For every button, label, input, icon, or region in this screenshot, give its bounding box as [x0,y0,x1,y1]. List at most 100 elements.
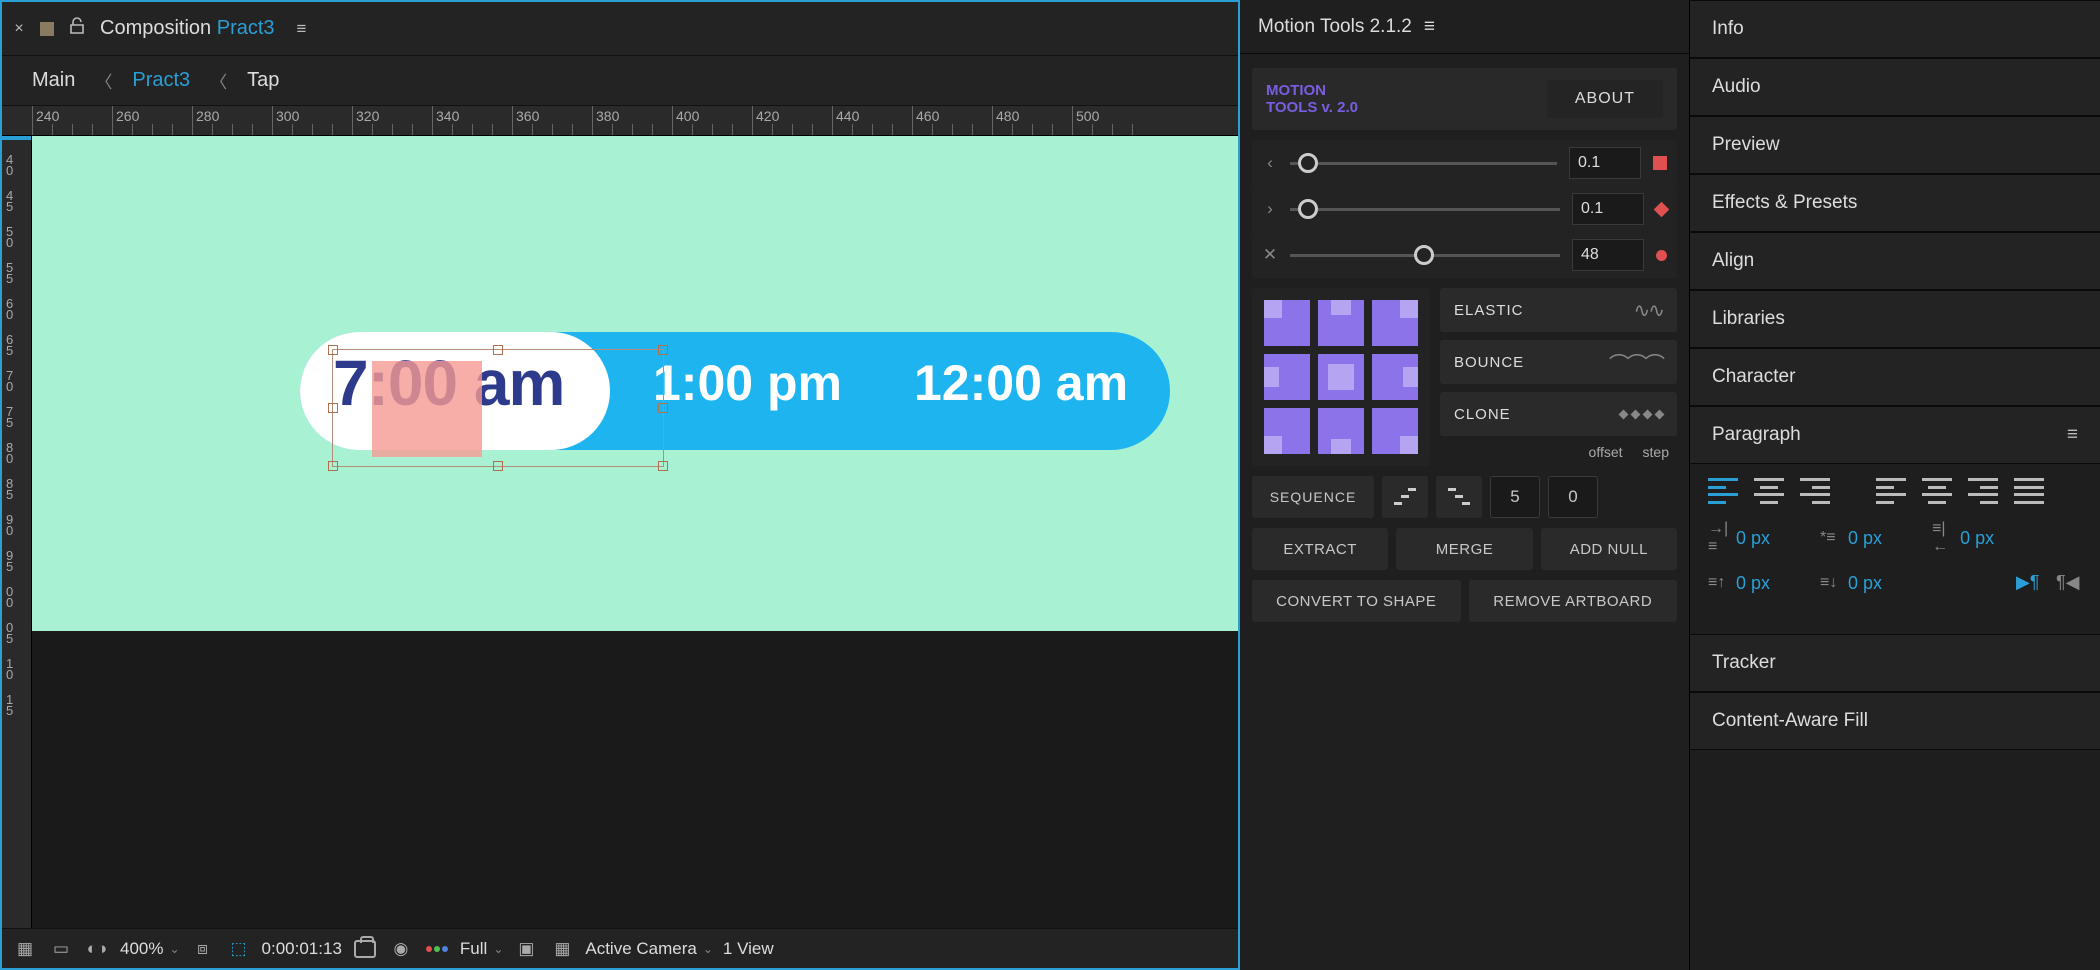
sequence-offset-input[interactable]: 5 [1490,476,1540,518]
space-after[interactable]: ≡↓0 px [1820,572,1882,594]
panel-tracker[interactable]: Tracker [1690,634,2100,692]
panel-align[interactable]: Align [1690,232,2100,290]
screen-icon[interactable]: ▭ [48,936,74,962]
remove-artboard-button[interactable]: REMOVE ARTBOARD [1469,580,1678,622]
sequence-down-icon[interactable] [1436,476,1482,518]
views-dropdown[interactable]: 1 View [723,939,774,959]
slider-value-input[interactable]: 0.1 [1569,147,1641,179]
justify-right-icon[interactable] [1968,478,1998,504]
anchor-bc[interactable] [1318,408,1364,454]
panel-info[interactable]: Info [1690,0,2100,58]
anchor-tl[interactable] [1264,300,1310,346]
resolution-icon[interactable]: ⧈ [190,936,216,962]
slider-value-input[interactable]: 48 [1572,239,1644,271]
sequence-step-input[interactable]: 0 [1548,476,1598,518]
clone-button[interactable]: CLONE [1440,392,1677,436]
slider-track[interactable] [1290,208,1560,211]
ease-slider-0[interactable]: ‹0.1 [1252,140,1677,186]
space-before[interactable]: ≡↑0 px [1708,572,1770,594]
anchor-mr[interactable] [1372,354,1418,400]
panel-preview[interactable]: Preview [1690,116,2100,174]
snapshot-icon[interactable]: ◉ [388,936,414,962]
text-direction-rtl-icon[interactable]: ¶◀ [2056,572,2082,594]
justify-all-icon[interactable] [2014,478,2044,504]
sequence-button[interactable]: SEQUENCE [1252,476,1374,518]
anchor-ml[interactable] [1264,354,1310,400]
grid-icon[interactable]: ▦ [12,936,38,962]
slider-track[interactable] [1290,254,1560,257]
elastic-button[interactable]: ELASTIC∿∿ [1440,288,1677,332]
about-button[interactable]: ABOUT [1547,80,1663,118]
convert-to-shape-button[interactable]: CONVERT TO SHAPE [1252,580,1461,622]
slider-arrow-icon: › [1262,199,1278,219]
panel-libraries[interactable]: Libraries [1690,290,2100,348]
merge-button[interactable]: MERGE [1396,528,1532,570]
paragraph-body: →|≡0 px *≡0 px ≡|←0 px ≡↑0 px ≡↓0 px ▶¶ … [1690,464,2100,608]
anchor-br[interactable] [1372,408,1418,454]
pill-text-3[interactable]: 12:00 am [914,354,1128,412]
anchor-mc[interactable] [1318,354,1364,400]
indent-left[interactable]: →|≡0 px [1708,520,1770,556]
panel-paragraph[interactable]: Paragraph≡ [1690,406,2100,464]
mask-icon[interactable]: ◐◑ [84,936,110,962]
align-left-icon[interactable] [1708,478,1738,504]
camera-icon[interactable] [352,936,378,962]
breadcrumb-item-active[interactable]: Pract3 [132,69,190,92]
panel-character[interactable]: Character [1690,348,2100,406]
indent-right[interactable]: ≡|←0 px [1932,520,1994,556]
selection-box[interactable] [332,349,664,467]
keyframe-marker-icon[interactable] [1654,201,1670,217]
composition-tabbar: × Composition Pract3 ≡ [2,2,1238,56]
camera-dropdown[interactable]: Active Camera ⌄ [585,939,713,959]
panel-content-aware[interactable]: Content-Aware Fill [1690,692,2100,750]
align-right-icon[interactable] [1800,478,1830,504]
bounce-button[interactable]: BOUNCE⌒⌒⌒ [1440,340,1677,384]
zoom-dropdown[interactable]: 400% ⌄ [120,939,180,959]
lock-icon[interactable] [66,17,88,40]
justify-center-icon[interactable] [1922,478,1952,504]
close-icon[interactable]: × [10,20,28,38]
ruler-horizontal[interactable]: 2402602803003203403603804004204404604805… [2,106,1238,136]
ease-slider-1[interactable]: › 0.1 [1252,186,1677,232]
breadcrumb: Main 〈 Pract3 〈 Tap [2,56,1238,106]
slider-track[interactable] [1290,162,1557,165]
pill-text-2[interactable]: 1:00 pm [653,354,842,412]
composition-panel: × Composition Pract3 ≡ Main 〈 Pract3 〈 T… [0,0,1240,970]
sequence-up-icon[interactable] [1382,476,1428,518]
comp-color-swatch [40,22,54,36]
transparency-icon[interactable]: ▣ [513,936,539,962]
justify-left-icon[interactable] [1876,478,1906,504]
align-center-icon[interactable] [1754,478,1784,504]
ruler-vertical[interactable]: 40 45 50 55 60 65 70 75 80 85 90 95 00 0… [2,136,32,928]
panel-menu-icon[interactable]: ≡ [2067,424,2078,446]
panel-effects[interactable]: Effects & Presets [1690,174,2100,232]
panel-menu-icon[interactable]: ≡ [297,19,307,39]
anchor-bl[interactable] [1264,408,1310,454]
panel-menu-icon[interactable]: ≡ [1424,16,1435,38]
text-direction-ltr-icon[interactable]: ▶¶ [2016,572,2042,594]
slider-value-input[interactable]: 0.1 [1572,193,1644,225]
panel-title: Motion Tools 2.1.2 [1258,16,1412,38]
ease-slider-2[interactable]: ✕ 48 [1252,232,1677,278]
extract-button[interactable]: EXTRACT [1252,528,1388,570]
breadcrumb-item-main[interactable]: Main [32,69,75,92]
region-icon[interactable]: ⬚ [226,936,252,962]
anchor-tr[interactable] [1372,300,1418,346]
motion-tools-panel: Motion Tools 2.1.2 ≡ MOTIONTOOLS v. 2.0 … [1240,0,1690,970]
panel-audio[interactable]: Audio [1690,58,2100,116]
channels-icon[interactable] [424,936,450,962]
current-time[interactable]: 0:00:01:13 [262,939,342,959]
breadcrumb-item-tap[interactable]: Tap [247,69,279,92]
keyframe-marker-icon[interactable] [1653,156,1667,170]
resolution-dropdown[interactable]: Full ⌄ [460,939,503,959]
keyframe-marker-icon[interactable] [1656,250,1667,261]
indent-first-line[interactable]: *≡0 px [1820,520,1882,556]
slider-knob[interactable] [1298,153,1318,173]
slider-knob[interactable] [1414,245,1434,265]
add-null-button[interactable]: ADD NULL [1541,528,1677,570]
slider-arrow-icon: ✕ [1262,245,1278,265]
composition-viewport[interactable]: 7:00 am 1:00 pm 12:00 am [32,136,1238,928]
slider-knob[interactable] [1298,199,1318,219]
guides-icon[interactable]: ▦ [549,936,575,962]
anchor-tc[interactable] [1318,300,1364,346]
